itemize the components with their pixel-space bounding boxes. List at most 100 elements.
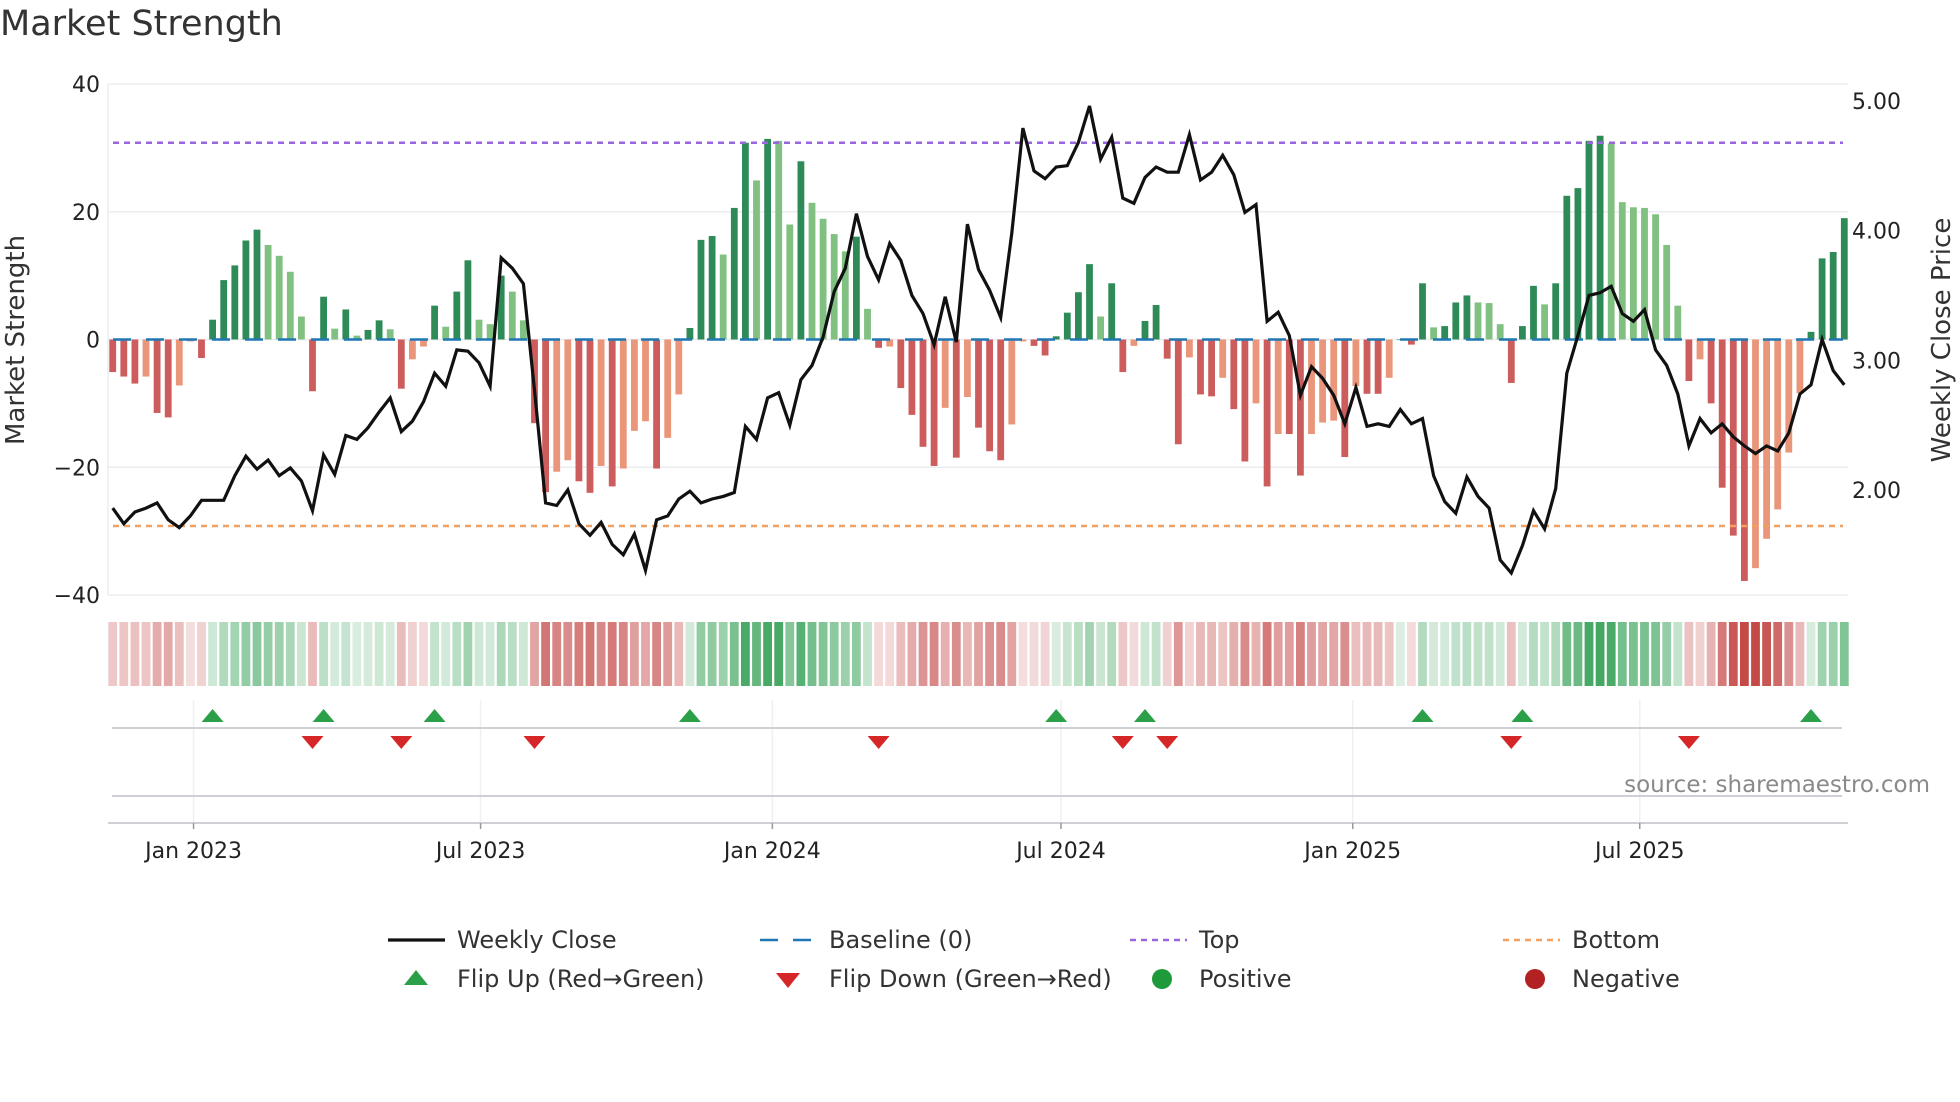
strength-heat-cell [263,622,273,686]
strength-heat-cell [1773,622,1783,686]
strength-heat-cell [1151,622,1161,686]
strength-heat-cell [1251,622,1261,686]
y2-tick-label: 2.00 [1852,479,1901,504]
strength-heat-cell [441,622,451,686]
strength-bar [675,339,683,395]
strength-bar [331,328,339,340]
strength-heat-cell [618,622,628,686]
strength-bar [919,339,927,447]
strength-heat-cell [852,622,861,686]
strength-heat-cell [1162,622,1172,686]
strength-bar [564,339,572,461]
strength-heat-cell [951,622,961,686]
strength-bar [1696,339,1704,360]
strength-heat-cell [1395,622,1405,686]
strength-heat-cell [1740,622,1749,686]
strength-bar [1186,339,1193,358]
legend-label: Flip Down (Green→Red) [829,965,1112,993]
strength-heat-cell [1651,622,1660,686]
strength-bar [1452,302,1460,340]
strength-bar [1607,143,1615,340]
strength-heat-cell [763,622,772,686]
strength-bar [253,229,261,340]
strength-bar [1474,302,1482,340]
strength-heat-cell [796,622,806,686]
strength-bar [364,329,372,340]
x-tick-label: Jul 2024 [1014,839,1106,864]
strength-heat-cell [1196,622,1205,686]
strength-heat-cell [408,622,417,686]
legend-item: Baseline (0) [760,926,972,954]
strength-heat-cell [1085,622,1094,686]
strength-heat-cell [596,622,606,686]
strength-heat-cell [1107,622,1117,686]
strength-heat-cell [574,622,584,686]
flip-up-marker [1134,709,1156,722]
strength-heat-cell [1440,622,1450,686]
strength-bar [631,339,638,431]
strength-bar [1063,312,1071,340]
strength-bar [320,296,327,340]
strength-bar [1685,339,1693,382]
strength-heat-cell [985,622,994,686]
strength-heat-cell [1706,622,1716,686]
y2-tick-label: 5.00 [1852,90,1901,115]
strength-heat-cell [1817,622,1827,686]
strength-heat-cell [1229,622,1239,686]
strength-bar [975,339,982,428]
strength-heat-cell [230,622,240,686]
strength-heat-cell [1684,622,1694,686]
strength-heat-cell [130,622,140,686]
strength-heat-cell [1828,622,1838,686]
legend-label: Weekly Close [457,926,617,954]
strength-bar [1041,339,1049,356]
strength-bar [1141,320,1149,340]
strength-bar [1718,339,1726,488]
strength-bar [1707,339,1715,404]
strength-bar [231,265,239,340]
strength-heat-cell [1384,622,1394,686]
strength-heat-cell [1717,622,1727,686]
strength-bar [1663,244,1671,340]
legend-label: Positive [1199,965,1292,993]
strength-bar [209,319,216,340]
strength-bar [1818,258,1826,340]
market-strength-chart: 40 20 0 −20 −40 5.00 4.00 3.00 2.00 Market Streng… [1,73,1957,993]
triangle-down-icon [776,973,800,988]
strength-heat-cell [419,622,428,686]
strength-heat-cell [1429,622,1438,686]
strength-bar [286,271,294,340]
strength-heat-cell [1584,622,1594,686]
strength-bar [1274,339,1282,435]
strength-heat-cell [1784,622,1794,686]
x-tick-label: Jan 2025 [1302,839,1401,864]
strength-heat-cell [1318,622,1327,686]
strength-bar [986,339,993,452]
legend-label: Negative [1572,965,1680,993]
strength-heat-cell [496,622,506,686]
strength-heat-cell [1029,622,1039,686]
strength-bar [1552,283,1560,340]
legend-item: Flip Down (Green→Red) [776,965,1112,993]
legend-item: Negative [1525,965,1680,993]
strength-bar [409,339,416,360]
strength-bar [475,319,483,340]
legend-label: Flip Up (Red→Green) [457,965,705,993]
legend-item: Flip Up (Red→Green) [404,965,705,993]
strength-heat-cell [1362,622,1372,686]
circle-red-icon [1525,969,1545,989]
strength-heat-cell [1185,622,1194,686]
strength-bar [1263,339,1271,487]
strength-bar [1530,285,1537,340]
strength-heat-cell [1640,622,1649,686]
strength-heat-cell [1074,622,1083,686]
flip-up-marker [312,709,335,722]
flip-down-marker [1111,736,1134,749]
flip-up-marker [1411,709,1434,722]
strength-heat-cell [186,622,195,686]
strength-heat-cell [285,622,295,686]
strength-heat-cell [1273,622,1283,686]
strength-heat-cell [996,622,1006,686]
strength-heat-cell [696,622,706,686]
strength-heat-cell [319,622,328,686]
